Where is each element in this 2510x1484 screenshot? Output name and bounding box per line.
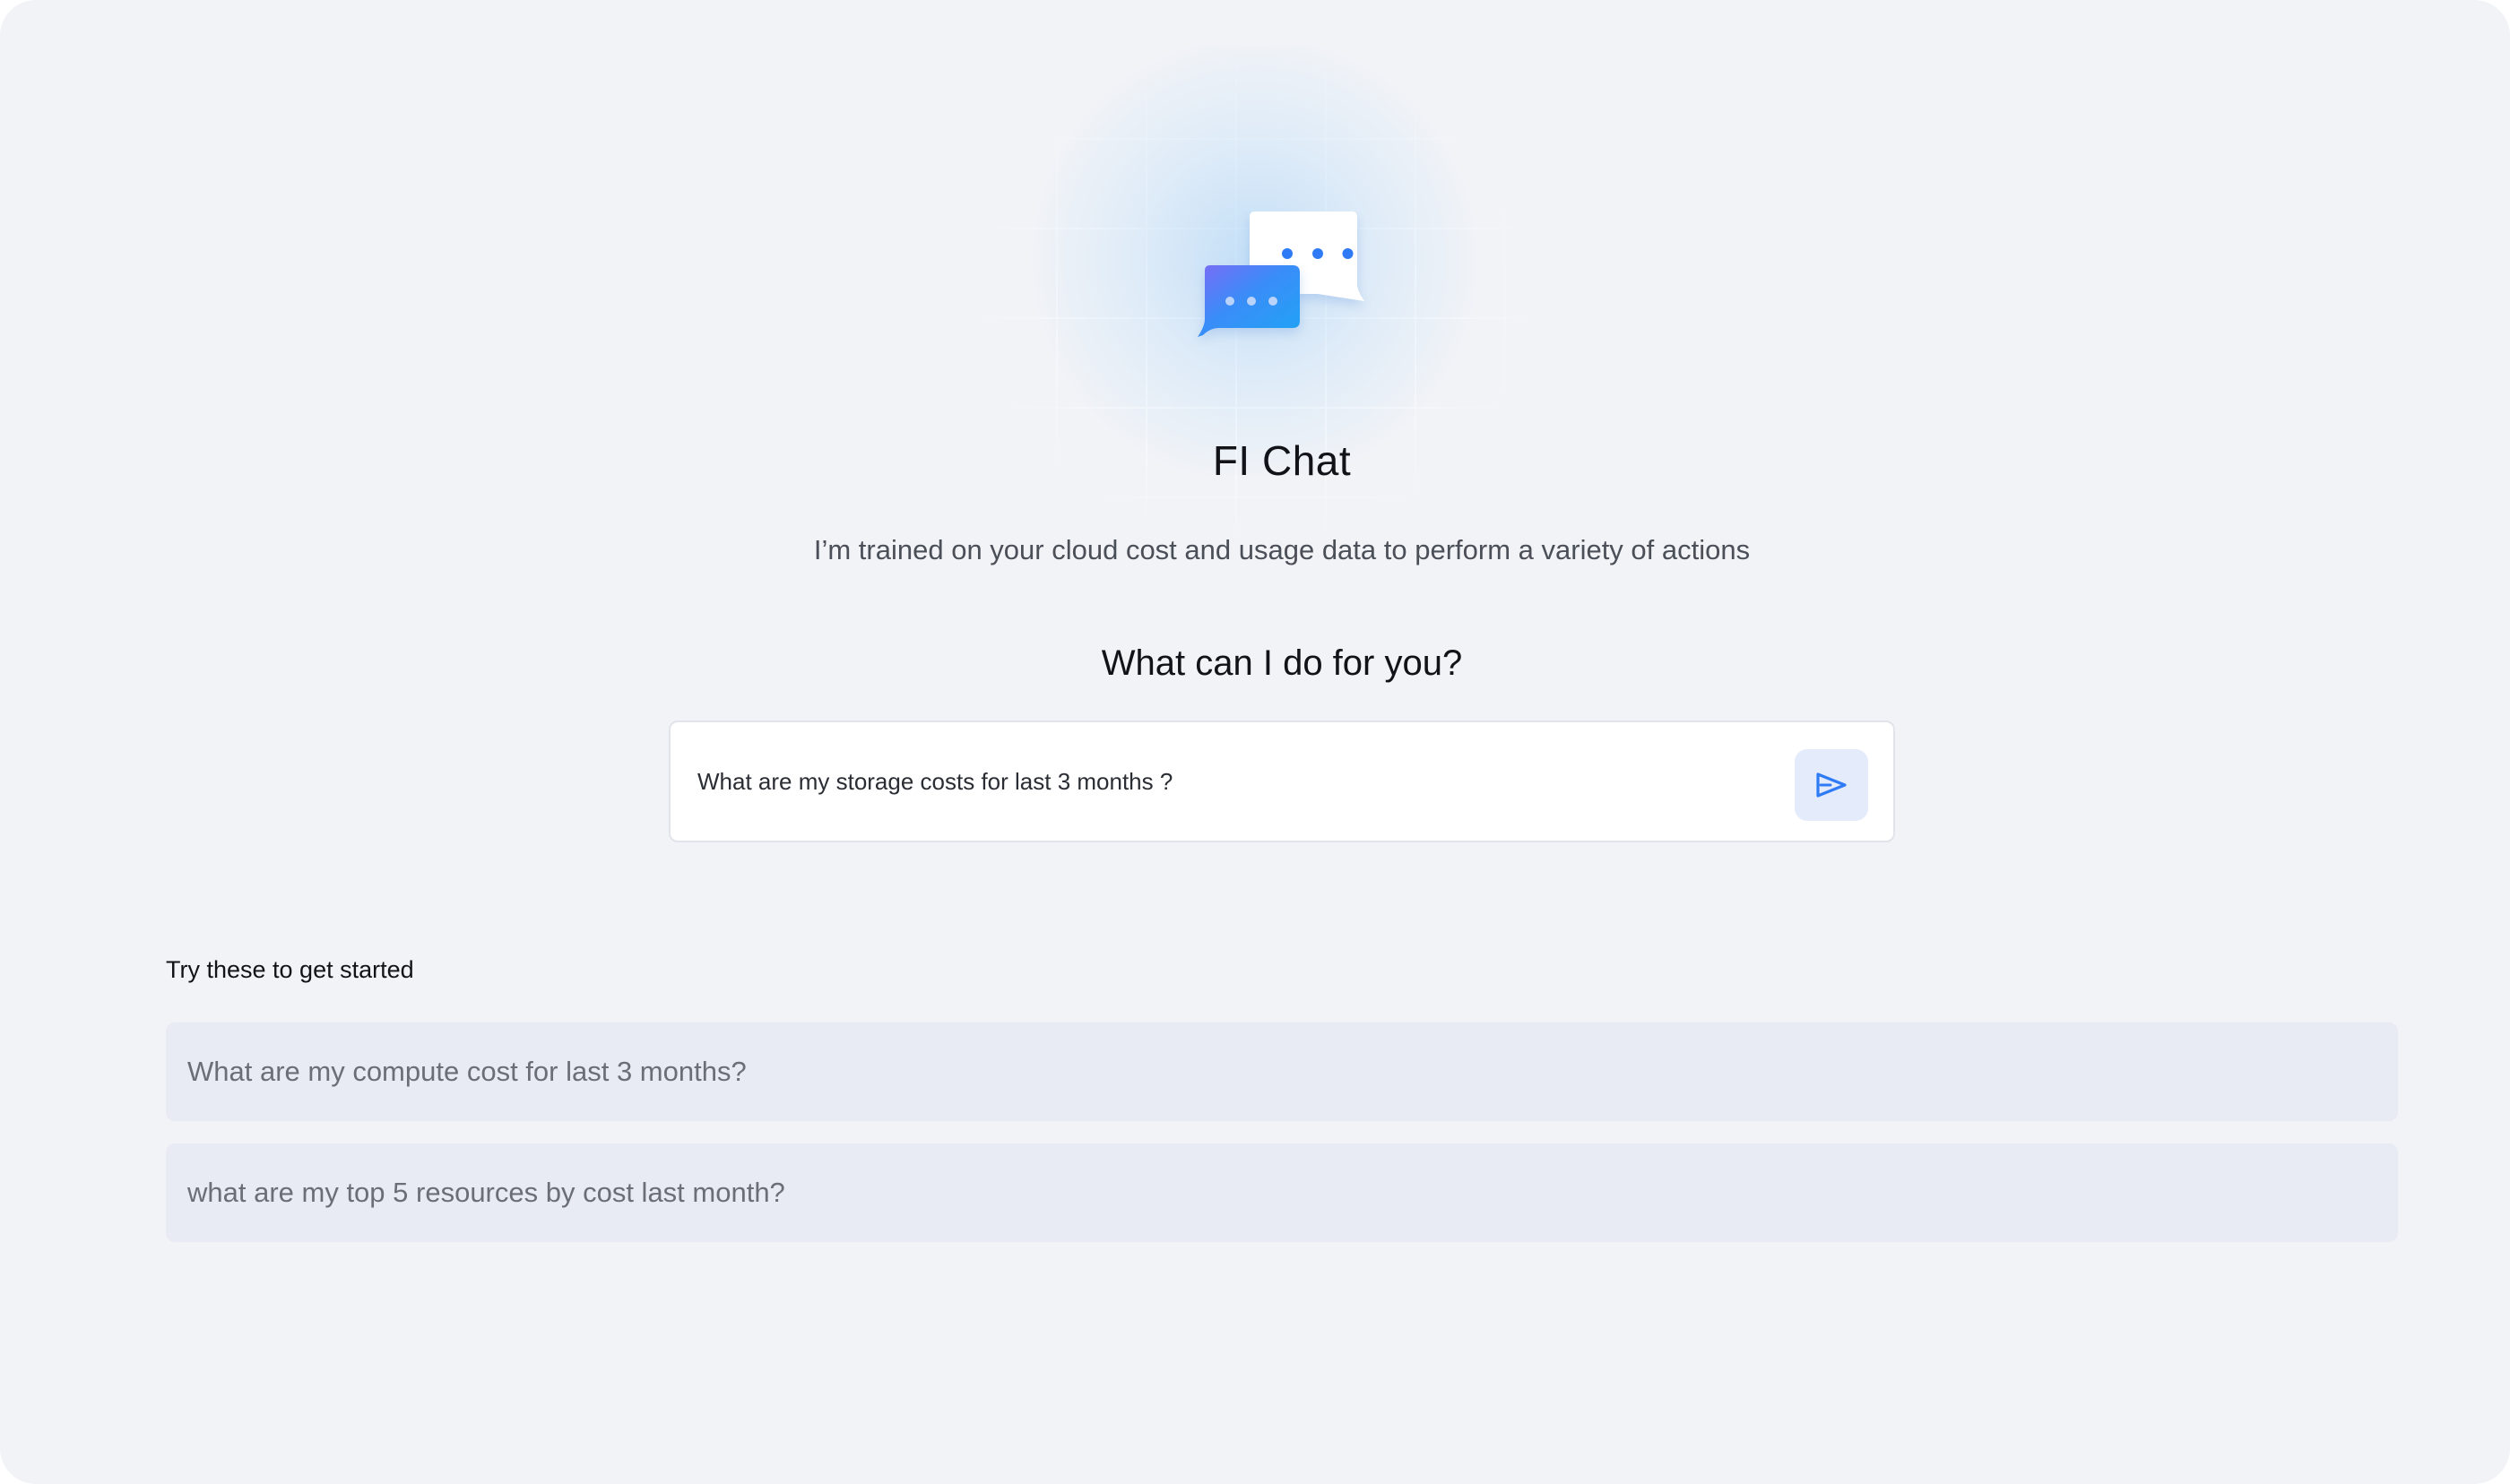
suggestions-label: Try these to get started bbox=[166, 956, 414, 983]
suggestion-item[interactable]: what are my top 5 resources by cost last… bbox=[166, 1143, 2398, 1242]
send-icon bbox=[1816, 772, 1847, 798]
chat-input-container bbox=[669, 720, 1895, 842]
send-button[interactable] bbox=[1795, 749, 1868, 821]
page-title: FI Chat bbox=[1212, 437, 1352, 484]
chat-input[interactable] bbox=[697, 722, 1773, 841]
prompt-heading: What can I do for you? bbox=[1101, 643, 1463, 683]
chat-bubbles-icon bbox=[1198, 211, 1364, 337]
page-subtitle: I’m trained on your cloud cost and usage… bbox=[813, 534, 1751, 565]
app-window: FI Chat I’m trained on your cloud cost a… bbox=[0, 0, 2510, 1484]
suggestion-item[interactable]: What are my compute cost for last 3 mont… bbox=[166, 1022, 2398, 1121]
